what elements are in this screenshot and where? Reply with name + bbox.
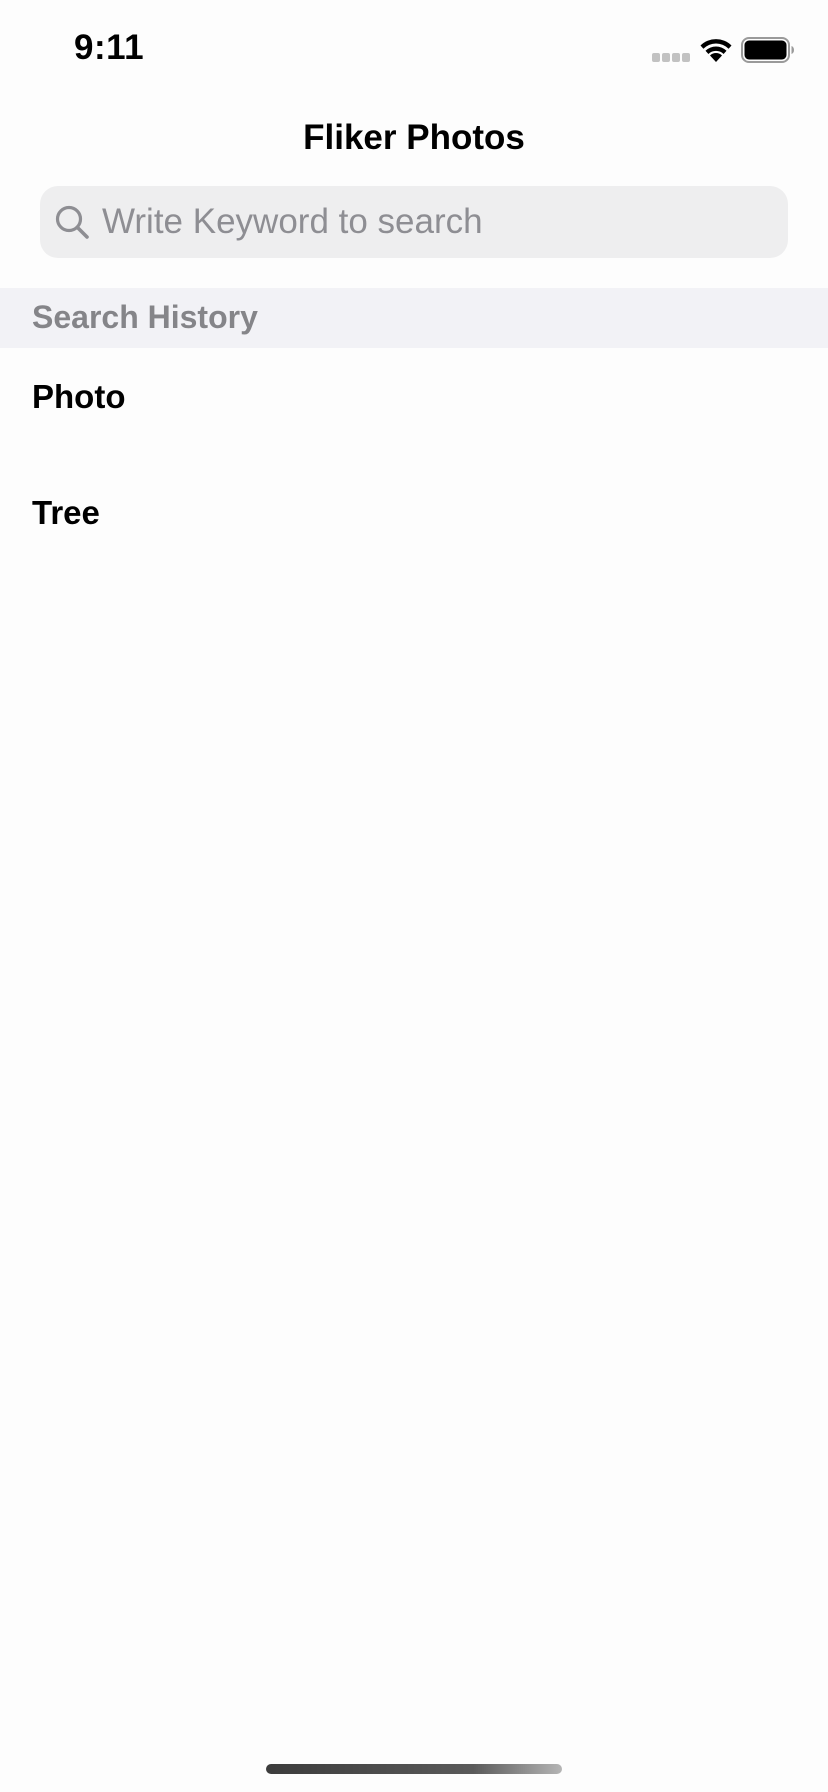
search-history-header: Search History	[0, 288, 828, 348]
history-item-label: Photo	[32, 378, 126, 415]
history-item-label: Tree	[32, 494, 100, 531]
history-item-tree[interactable]: Tree	[0, 464, 828, 580]
status-time: 9:11	[74, 28, 145, 67]
page-title: Fliker Photos	[303, 118, 525, 157]
section-header-label: Search History	[32, 299, 258, 335]
battery-icon	[741, 37, 794, 63]
history-item-photo[interactable]: Photo	[0, 348, 828, 464]
search-bar[interactable]	[40, 186, 788, 258]
home-indicator[interactable]	[266, 1764, 562, 1774]
search-input[interactable]	[102, 186, 772, 258]
status-bar: 9:11	[0, 0, 828, 100]
search-history-list: Photo Tree	[0, 348, 828, 580]
cellular-signal-icon	[652, 53, 690, 62]
search-icon	[55, 205, 89, 239]
wifi-icon	[700, 39, 732, 62]
